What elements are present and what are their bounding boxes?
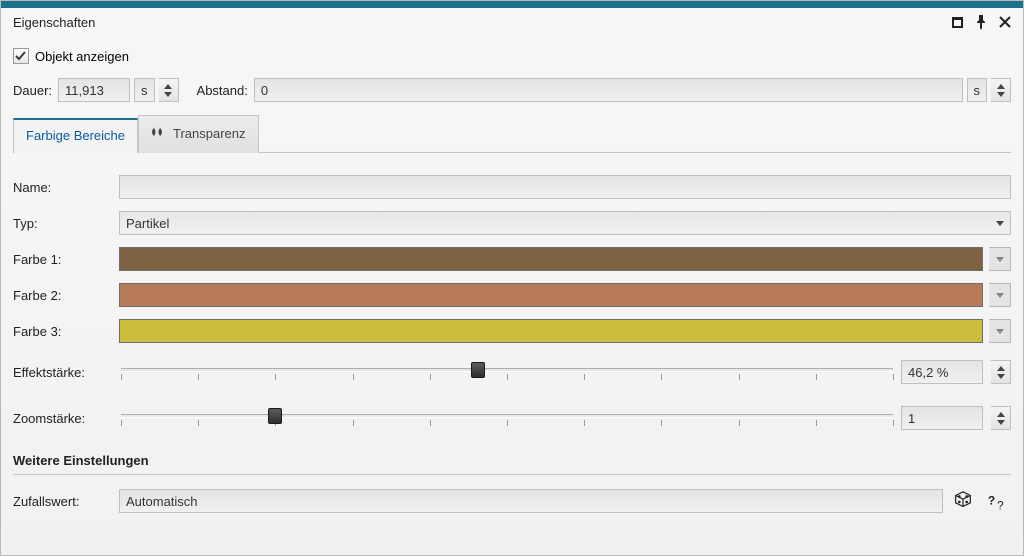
color2-dropdown[interactable] bbox=[989, 283, 1011, 307]
duration-unit: s bbox=[134, 78, 155, 102]
slider-thumb[interactable] bbox=[471, 362, 485, 378]
spinner-down-icon[interactable] bbox=[164, 92, 172, 97]
effect-strength-value[interactable]: 46,2 % bbox=[901, 360, 983, 384]
type-select[interactable]: Partikel bbox=[119, 211, 1011, 235]
show-object-label: Objekt anzeigen bbox=[35, 49, 129, 64]
duration-input[interactable]: 11,913 bbox=[58, 78, 130, 102]
spinner-down-icon[interactable] bbox=[997, 92, 1005, 97]
spinner-up-icon[interactable] bbox=[164, 84, 172, 92]
spinner-down-icon[interactable] bbox=[997, 420, 1005, 425]
tabs: Farbige Bereiche Transparenz bbox=[13, 114, 1011, 153]
close-button[interactable] bbox=[997, 14, 1013, 30]
color2-label: Farbe 2: bbox=[13, 288, 113, 303]
spinner-up-icon[interactable] bbox=[997, 366, 1005, 374]
help-button[interactable]: ?? bbox=[983, 489, 1011, 513]
tab-label: Transparenz bbox=[173, 126, 246, 141]
tab-label: Farbige Bereiche bbox=[26, 128, 125, 143]
spacing-spinner[interactable] bbox=[991, 78, 1011, 102]
more-settings-heading: Weitere Einstellungen bbox=[13, 441, 1011, 475]
effect-strength-label: Effektstärke: bbox=[13, 365, 113, 380]
spacing-label: Abstand: bbox=[197, 83, 250, 98]
color1-label: Farbe 1: bbox=[13, 252, 113, 267]
tab-transparency[interactable]: Transparenz bbox=[138, 115, 259, 153]
color1-swatch[interactable] bbox=[119, 247, 983, 271]
window-accent-bar bbox=[1, 1, 1023, 8]
duration-spinner[interactable] bbox=[159, 78, 179, 102]
panel-title: Eigenschaften bbox=[13, 15, 95, 30]
color3-label: Farbe 3: bbox=[13, 324, 113, 339]
spinner-up-icon[interactable] bbox=[997, 412, 1005, 420]
random-value[interactable]: Automatisch bbox=[119, 489, 943, 513]
chevron-down-icon bbox=[996, 221, 1004, 226]
name-label: Name: bbox=[13, 180, 113, 195]
spacing-input[interactable]: 0 bbox=[254, 78, 963, 102]
effect-strength-slider[interactable] bbox=[121, 359, 893, 385]
duration-label: Dauer: bbox=[13, 83, 54, 98]
zoom-strength-value[interactable]: 1 bbox=[901, 406, 983, 430]
dice-button[interactable] bbox=[949, 489, 977, 513]
titlebar: Eigenschaften bbox=[1, 8, 1023, 34]
effect-strength-spinner[interactable] bbox=[991, 360, 1011, 384]
maximize-button[interactable] bbox=[949, 14, 965, 30]
svg-text:?: ? bbox=[988, 494, 995, 508]
svg-text:?: ? bbox=[997, 498, 1004, 512]
color3-dropdown[interactable] bbox=[989, 319, 1011, 343]
color2-swatch[interactable] bbox=[119, 283, 983, 307]
spacing-unit: s bbox=[967, 78, 988, 102]
show-object-checkbox[interactable] bbox=[13, 48, 29, 64]
transparency-icon bbox=[151, 124, 167, 143]
pin-button[interactable] bbox=[973, 14, 989, 30]
zoom-strength-label: Zoomstärke: bbox=[13, 411, 113, 426]
zoom-strength-slider[interactable] bbox=[121, 405, 893, 431]
type-label: Typ: bbox=[13, 216, 113, 231]
color3-swatch[interactable] bbox=[119, 319, 983, 343]
spinner-down-icon[interactable] bbox=[997, 374, 1005, 379]
zoom-strength-spinner[interactable] bbox=[991, 406, 1011, 430]
tab-colored-areas[interactable]: Farbige Bereiche bbox=[13, 118, 138, 153]
name-input[interactable] bbox=[119, 175, 1011, 199]
slider-thumb[interactable] bbox=[268, 408, 282, 424]
color1-dropdown[interactable] bbox=[989, 247, 1011, 271]
spinner-up-icon[interactable] bbox=[997, 84, 1005, 92]
type-value: Partikel bbox=[126, 216, 169, 231]
random-label: Zufallswert: bbox=[13, 494, 113, 509]
